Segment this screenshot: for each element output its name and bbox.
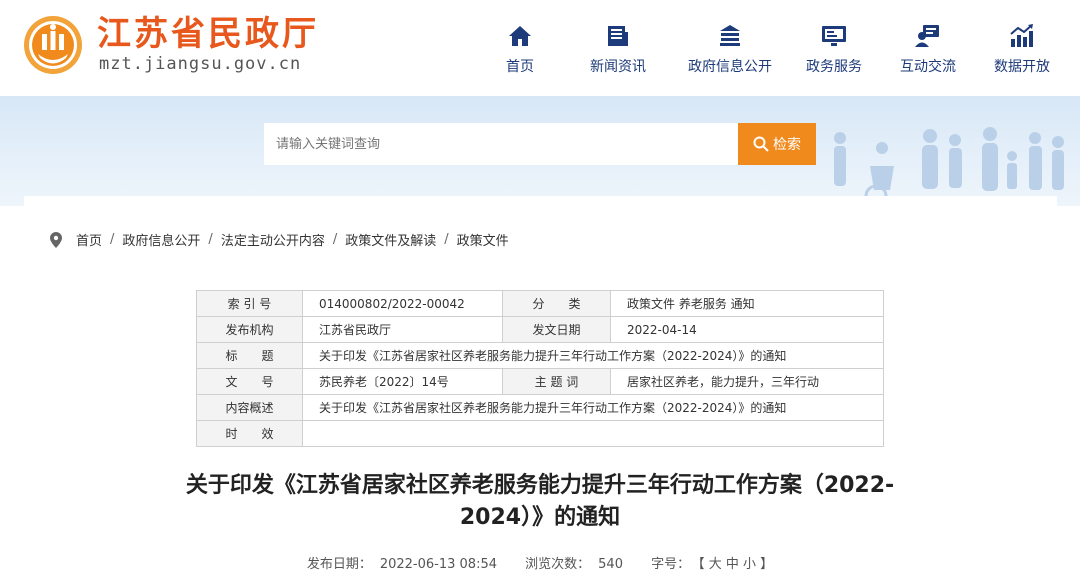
article-title-line1: 关于印发《江苏省居家社区养老服务能力提升三年行动工作方案（2022- (185, 473, 895, 498)
summary-value: 关于印发《江苏省居家社区养老服务能力提升三年行动工作方案（2022-2024）》… (302, 394, 884, 421)
building-icon (718, 22, 742, 50)
breadcrumb-separator: / (332, 232, 338, 247)
index-label: 索 引 号 (196, 290, 303, 317)
bar-chart-icon (1009, 22, 1035, 50)
site-header: 江苏省民政厅 mzt.jiangsu.gov.cn 首页 新闻资讯 政府信息公开… (0, 0, 1080, 96)
summary-label: 内容概述 (196, 394, 303, 421)
nav-item-gov-info[interactable]: 政府信息公开 (680, 22, 780, 82)
breadcrumb-separator: / (208, 232, 213, 247)
validity-value (302, 420, 884, 447)
logo-emblem-icon[interactable] (22, 14, 84, 76)
main-nav: 首页 新闻资讯 政府信息公开 政务服务 互动交流 数据开放 (490, 22, 1062, 82)
nav-item-open-data[interactable]: 数据开放 (982, 22, 1062, 82)
table-row: 标 题 关于印发《江苏省居家社区养老服务能力提升三年行动工作方案（2022-20… (196, 342, 884, 369)
index-value: 014000802/2022-00042 (302, 290, 503, 317)
validity-label: 时 效 (196, 420, 303, 447)
issuer-label: 发布机构 (196, 316, 303, 343)
search-icon (753, 136, 769, 152)
nav-label: 新闻资讯 (590, 59, 646, 75)
pub-date-label: 发布日期： (306, 557, 372, 572)
nav-item-services[interactable]: 政务服务 (794, 22, 874, 82)
nav-label: 首页 (506, 59, 534, 75)
breadcrumb-policy-interp[interactable]: 政策文件及解读 (345, 230, 436, 249)
breadcrumb-gov-info[interactable]: 政府信息公开 (122, 230, 200, 249)
nav-item-interaction[interactable]: 互动交流 (888, 22, 968, 82)
breadcrumb-separator: / (444, 232, 449, 247)
nav-item-home[interactable]: 首页 (490, 22, 550, 82)
title-value: 关于印发《江苏省居家社区养老服务能力提升三年行动工作方案（2022-2024）》… (302, 342, 884, 369)
nav-item-news[interactable]: 新闻资讯 (568, 22, 668, 82)
site-name[interactable]: 江苏省民政厅 (97, 14, 319, 54)
docno-label: 文 号 (196, 368, 303, 395)
breadcrumb-separator: / (110, 232, 115, 247)
category-label: 分 类 (502, 290, 611, 317)
chat-icon (915, 22, 941, 50)
date-value: 2022-04-14 (610, 316, 884, 343)
views-label: 浏览次数： (525, 557, 591, 572)
document-metadata-table: 索 引 号 014000802/2022-00042 分 类 政策文件 养老服务… (196, 290, 884, 447)
site-url: mzt.jiangsu.gov.cn (99, 54, 302, 74)
font-size-label: 字号： (651, 557, 691, 572)
breadcrumb: 首页 / 政府信息公开 / 法定主动公开内容 / 政策文件及解读 / 政策文件 (50, 230, 509, 249)
nav-label: 互动交流 (900, 59, 956, 75)
category-value: 政策文件 养老服务 通知 (610, 290, 884, 317)
home-icon (508, 22, 532, 50)
views-value: 540 (598, 557, 623, 572)
search-input[interactable] (264, 123, 738, 165)
nav-label: 政务服务 (806, 59, 862, 75)
pub-date-value: 2022-06-13 08:54 (379, 557, 497, 572)
search-button[interactable]: 检索 (738, 123, 816, 165)
table-row: 时 效 (196, 420, 884, 447)
nav-label: 政府信息公开 (688, 59, 772, 75)
nav-label: 数据开放 (994, 59, 1050, 75)
article-title: 关于印发《江苏省居家社区养老服务能力提升三年行动工作方案（2022- 2024）… (130, 470, 950, 534)
news-icon (606, 22, 630, 50)
date-label: 发文日期 (502, 316, 611, 343)
article-title-line2: 2024）》的通知 (459, 505, 621, 530)
breadcrumb-home[interactable]: 首页 (76, 230, 102, 249)
issuer-value: 江苏省民政厅 (302, 316, 503, 343)
table-row: 文 号 苏民养老〔2022〕14号 主 题 词 居家社区养老，能力提升，三年行动 (196, 368, 884, 395)
table-row: 发布机构 江苏省民政厅 发文日期 2022-04-14 (196, 316, 884, 343)
location-pin-icon (50, 231, 62, 248)
search-banner: 检索 (0, 96, 1080, 206)
monitor-icon (821, 22, 847, 50)
docno-value: 苏民养老〔2022〕14号 (302, 368, 503, 395)
elderly-people-illustration-icon (834, 127, 1064, 206)
keywords-label: 主 题 词 (502, 368, 611, 395)
breadcrumb-policy-docs[interactable]: 政策文件 (457, 230, 509, 249)
keywords-value: 居家社区养老，能力提升，三年行动 (610, 368, 884, 395)
breadcrumb-statutory[interactable]: 法定主动公开内容 (221, 230, 325, 249)
search-button-label: 检索 (773, 137, 801, 153)
table-row: 索 引 号 014000802/2022-00042 分 类 政策文件 养老服务… (196, 290, 884, 317)
table-row: 内容概述 关于印发《江苏省居家社区养老服务能力提升三年行动工作方案（2022-2… (196, 394, 884, 421)
font-size-selector[interactable]: 【 大 中 小 】 (698, 557, 773, 572)
title-label: 标 题 (196, 342, 303, 369)
publish-info: 发布日期： 2022-06-13 08:54 浏览次数： 540 字号： 【 大 中 … (0, 553, 1080, 572)
